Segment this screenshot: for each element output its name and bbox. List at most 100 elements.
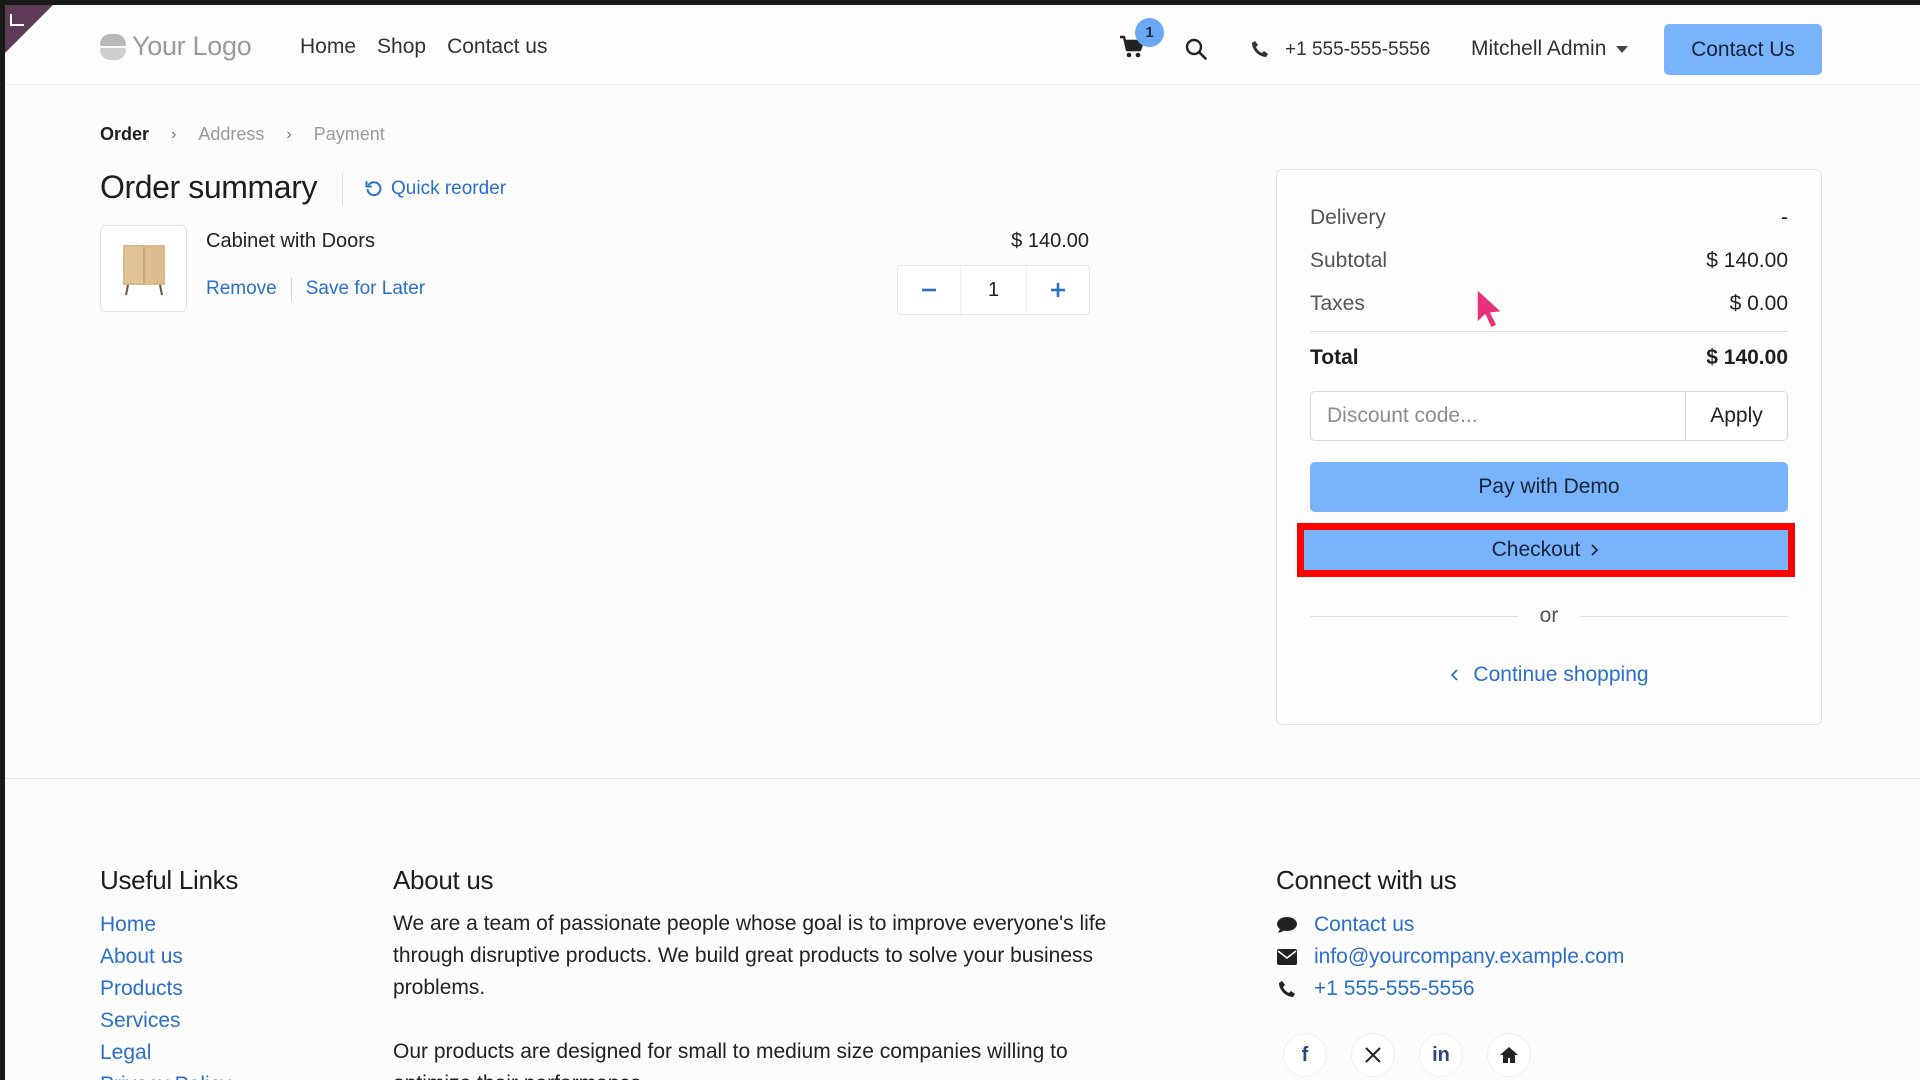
- about-paragraph-1: We are a team of passionate people whose…: [393, 912, 1107, 999]
- user-menu[interactable]: Mitchell Admin: [1471, 37, 1629, 61]
- useful-links-title: Useful Links: [100, 865, 239, 895]
- connect-email-label: info@yourcompany.example.com: [1314, 945, 1625, 968]
- footer-link-privacy[interactable]: Privacy Policy: [100, 1069, 231, 1080]
- phone-icon: [1276, 980, 1298, 998]
- discount-form: Apply: [1310, 391, 1788, 441]
- x-icon[interactable]: [1351, 1033, 1395, 1077]
- about-paragraph-2: Our products are designed for small to m…: [393, 1040, 1068, 1080]
- social-links: f in: [1283, 1033, 1531, 1077]
- mouse-cursor-icon: [1476, 288, 1503, 329]
- browser-viewport: Your Logo Home Shop Contact us 1 +1 555-…: [5, 5, 1920, 1080]
- increase-quantity-button[interactable]: [1027, 266, 1089, 314]
- site-header: Your Logo Home Shop Contact us 1 +1 555-…: [5, 5, 1920, 85]
- connect-email-item[interactable]: info@yourcompany.example.com: [1276, 941, 1624, 973]
- header-phone[interactable]: +1 555-555-5556: [1285, 39, 1430, 61]
- apply-discount-button[interactable]: Apply: [1685, 392, 1787, 440]
- breadcrumb-payment: Payment: [313, 124, 385, 144]
- title-divider: [342, 173, 343, 205]
- taxes-row: Taxes $ 0.00: [1310, 292, 1788, 316]
- connect-contact-label: Contact us: [1314, 913, 1415, 936]
- connect-list: Contact us info@yourcompany.example.com …: [1276, 909, 1624, 1005]
- total-label: Total: [1310, 346, 1359, 369]
- user-name: Mitchell Admin: [1471, 37, 1607, 60]
- total-value: $ 140.00: [1706, 346, 1788, 369]
- or-line-left: [1310, 615, 1518, 617]
- chat-icon: [1276, 916, 1298, 934]
- or-line-right: [1580, 615, 1788, 617]
- quantity-input[interactable]: 1: [960, 266, 1027, 314]
- delivery-value: -: [1781, 206, 1788, 229]
- total-row: Total $ 140.00: [1310, 346, 1788, 370]
- nav-home[interactable]: Home: [300, 35, 356, 59]
- window-left-edge: [0, 0, 5, 1080]
- checkout-button[interactable]: Checkout: [1309, 530, 1783, 570]
- envelope-icon: [1276, 949, 1298, 965]
- order-summary-card: Delivery - Subtotal $ 140.00 Taxes $ 0.0…: [1276, 169, 1822, 725]
- phone-icon: [1252, 41, 1268, 57]
- discount-code-input[interactable]: [1311, 392, 1685, 440]
- product-name[interactable]: Cabinet with Doors: [206, 230, 375, 253]
- cabinet-image: [122, 244, 165, 295]
- summary-divider: [1310, 331, 1788, 332]
- caret-down-icon: [1616, 45, 1629, 53]
- main-nav: Home Shop Contact us: [300, 35, 547, 59]
- logo-text: Your Logo: [132, 31, 252, 61]
- subtotal-value: $ 140.00: [1706, 249, 1788, 272]
- corner-mark-icon: [10, 14, 24, 26]
- plus-icon: [1051, 283, 1065, 297]
- window-top-edge: [0, 0, 1920, 5]
- taxes-label: Taxes: [1310, 292, 1365, 315]
- decrease-quantity-button[interactable]: [898, 266, 960, 314]
- breadcrumb-order[interactable]: Order: [100, 124, 149, 145]
- continue-shopping-link[interactable]: Continue shopping: [1310, 663, 1788, 687]
- footer-divider: [5, 778, 1920, 779]
- chevron-right-icon: ›: [171, 125, 177, 143]
- useful-links-list: Home About us Products Services Legal Pr…: [100, 909, 231, 1080]
- footer-link-legal[interactable]: Legal: [100, 1037, 231, 1069]
- footer-link-services[interactable]: Services: [100, 1005, 231, 1037]
- save-for-later-link[interactable]: Save for Later: [306, 278, 425, 300]
- contact-us-button[interactable]: Contact Us: [1664, 24, 1822, 75]
- nav-contact-us[interactable]: Contact us: [447, 35, 547, 59]
- chevron-left-icon: [1451, 669, 1459, 681]
- site-logo[interactable]: Your Logo: [100, 31, 252, 62]
- connect-phone-item[interactable]: +1 555-555-5556: [1276, 973, 1624, 1005]
- pay-with-demo-button[interactable]: Pay with Demo: [1310, 462, 1788, 512]
- product-actions: Remove Save for Later: [206, 277, 425, 301]
- footer-link-about[interactable]: About us: [100, 941, 231, 973]
- cart-count-badge: 1: [1135, 18, 1164, 47]
- linkedin-icon[interactable]: in: [1419, 1033, 1463, 1077]
- delivery-row: Delivery -: [1310, 206, 1788, 230]
- facebook-icon[interactable]: f: [1283, 1033, 1327, 1077]
- logo-icon: [100, 33, 126, 60]
- search-icon[interactable]: [1185, 38, 1207, 60]
- quick-reorder-link[interactable]: Quick reorder: [365, 178, 506, 200]
- action-divider: [290, 277, 292, 301]
- quantity-stepper: 1: [897, 265, 1090, 315]
- chevron-right-icon: [1591, 544, 1599, 556]
- subtotal-row: Subtotal $ 140.00: [1310, 249, 1788, 273]
- footer-link-home[interactable]: Home: [100, 909, 231, 941]
- connect-phone-label: +1 555-555-5556: [1314, 977, 1475, 1000]
- page-title: Order summary: [100, 169, 318, 205]
- about-us-title: About us: [393, 865, 494, 895]
- checkout-label: Checkout: [1491, 538, 1581, 561]
- connect-title: Connect with us: [1276, 865, 1457, 895]
- taxes-value: $ 0.00: [1729, 292, 1788, 315]
- nav-shop[interactable]: Shop: [377, 35, 426, 59]
- minus-icon: [922, 288, 936, 292]
- home-icon[interactable]: [1487, 1033, 1531, 1077]
- product-price: $ 140.00: [1011, 230, 1089, 252]
- product-thumbnail[interactable]: [100, 225, 187, 312]
- or-separator: or: [1310, 604, 1788, 628]
- corner-badge: [5, 5, 53, 53]
- quick-reorder-label: Quick reorder: [391, 178, 507, 199]
- delivery-label: Delivery: [1310, 206, 1386, 229]
- footer-link-products[interactable]: Products: [100, 973, 231, 1005]
- remove-link[interactable]: Remove: [206, 278, 277, 300]
- about-us-text: We are a team of passionate people whose…: [393, 908, 1113, 1080]
- or-text: or: [1539, 604, 1559, 627]
- connect-contact-item[interactable]: Contact us: [1276, 909, 1624, 941]
- breadcrumb-address: Address: [198, 124, 265, 144]
- continue-shopping-label: Continue shopping: [1473, 663, 1649, 686]
